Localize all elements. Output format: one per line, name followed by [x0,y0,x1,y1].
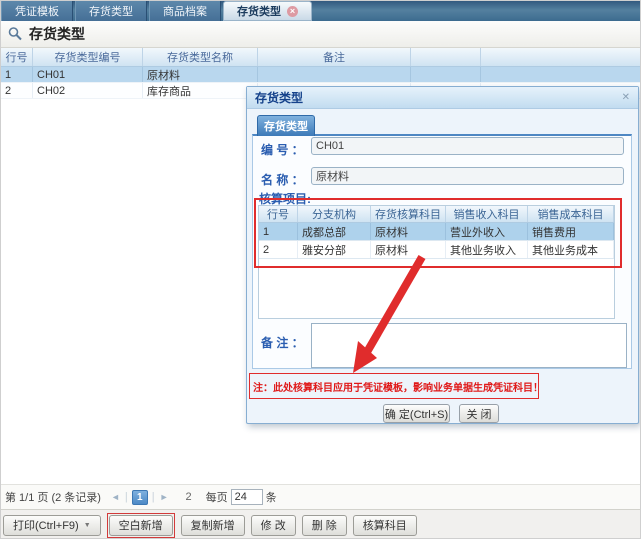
annotation-box-new-blank: 空白新增 [107,513,175,538]
cell-type-name: 原材料 [143,67,258,82]
dialog-titlebar[interactable]: 存货类型 ✕ [247,87,638,109]
dialog-tab-inventory-type[interactable]: 存货类型 [257,115,315,136]
pagination-separator: | [125,491,128,503]
grid-header-row: 行号 分支机构 存货核算科目 销售收入科目 销售成本科目 [259,206,614,223]
dialog-title: 存货类型 [255,89,303,106]
header-filler [411,48,481,66]
per-page-label: 每页 [206,489,228,505]
table-header-row: 行号 存货类型编号 存货类型名称 备注 [1,48,641,67]
per-page-unit: 条 [266,489,277,505]
header-type-code[interactable]: 存货类型编号 [33,48,143,66]
close-button[interactable]: 关 闭 [459,404,499,423]
next-page-icon[interactable]: ► [160,492,169,502]
cell-row-no: 2 [1,83,33,98]
accounting-grid: 行号 分支机构 存货核算科目 销售收入科目 销售成本科目 1 成都总部 原材料 … [258,205,615,319]
remark-label: 备 注 ： [261,334,304,351]
accounting-subject-button[interactable]: 核算科目 [353,515,417,536]
tab-label: 存货类型 [89,3,133,19]
inventory-type-dialog: 存货类型 ✕ 存货类型 编 号 ： 名 称 ： 核算项目: 行号 分支机构 存货… [246,86,639,424]
dialog-close-icon[interactable]: ✕ [622,93,630,103]
tab-product-archive[interactable]: 商品档案 [149,1,221,21]
grid-header-revenue-subject[interactable]: 销售收入科目 [446,206,528,222]
header-type-name[interactable]: 存货类型名称 [143,48,258,66]
annotation-note: 注：此处核算科目应用于凭证模板，影响业务单据生成凭证科目！ [249,373,539,399]
tab-label: 存货类型 [237,3,281,19]
pagination-separator: | [152,491,155,503]
search-icon [7,26,23,42]
prev-page-icon[interactable]: ◄ [111,492,120,502]
cell-row-no: 1 [1,67,33,82]
header-filler [481,48,641,66]
grid-header-inventory-subject[interactable]: 存货核算科目 [371,206,446,222]
page-title: 存货类型 [29,24,85,44]
grid-row[interactable]: 2 雅安分部 原材料 其他业务收入 其他业务成本 [259,241,614,259]
tab-inventory-type-active[interactable]: 存货类型 × [223,1,312,21]
name-label: 名 称 ： [261,171,304,188]
new-blank-button[interactable]: 空白新增 [109,515,173,536]
grid-row[interactable]: 1 成都总部 原材料 营业外收入 销售费用 [259,223,614,241]
per-page-input[interactable] [231,489,263,505]
ok-button[interactable]: 确 定(Ctrl+S) [383,404,450,423]
tab-close-icon[interactable]: × [287,6,298,17]
tab-inventory-type[interactable]: 存货类型 [75,1,147,21]
cell-type-code: CH01 [33,67,143,82]
current-page-button[interactable]: 1 [132,490,148,505]
app-window: 凭证模板 存货类型 商品档案 存货类型 × 存货类型 行号 存货类型编号 存货类… [0,0,641,539]
tab-voucher-template[interactable]: 凭证模板 [1,1,73,21]
print-button[interactable]: 打印(Ctrl+F9) ▼ [3,515,101,536]
tab-label: 商品档案 [163,3,207,19]
code-label: 编 号 ： [261,141,304,158]
cell-type-name: 库存商品 [143,83,258,98]
table-row[interactable]: 1 CH01 原材料 [1,67,641,83]
copy-new-button[interactable]: 复制新增 [181,515,245,536]
pagination-info: 第 1/1 页 (2 条记录) [5,489,101,505]
name-input[interactable] [311,167,624,185]
dropdown-caret-icon: ▼ [84,522,91,529]
bottom-toolbar: 打印(Ctrl+F9) ▼ 空白新增 复制新增 修 改 删 除 核算科目 [1,509,641,539]
header-row-no[interactable]: 行号 [1,48,33,66]
cell-remark [258,67,411,82]
code-input[interactable] [311,137,624,155]
pagination-bar: 第 1/1 页 (2 条记录) ◄ | 1 | ► 2 每页 条 [1,484,641,509]
delete-button[interactable]: 删 除 [302,515,347,536]
cell-type-code: CH02 [33,83,143,98]
modify-button[interactable]: 修 改 [251,515,296,536]
page-titlebar: 存货类型 [1,21,641,48]
page-extra[interactable]: 2 [186,491,192,503]
header-remark[interactable]: 备注 [258,48,411,66]
top-tabbar: 凭证模板 存货类型 商品档案 存货类型 × [1,1,641,21]
remark-textarea[interactable] [311,323,627,368]
grid-header-row-no[interactable]: 行号 [259,206,298,222]
grid-header-cost-subject[interactable]: 销售成本科目 [528,206,614,222]
grid-header-branch[interactable]: 分支机构 [298,206,371,222]
tab-label: 凭证模板 [15,3,59,19]
